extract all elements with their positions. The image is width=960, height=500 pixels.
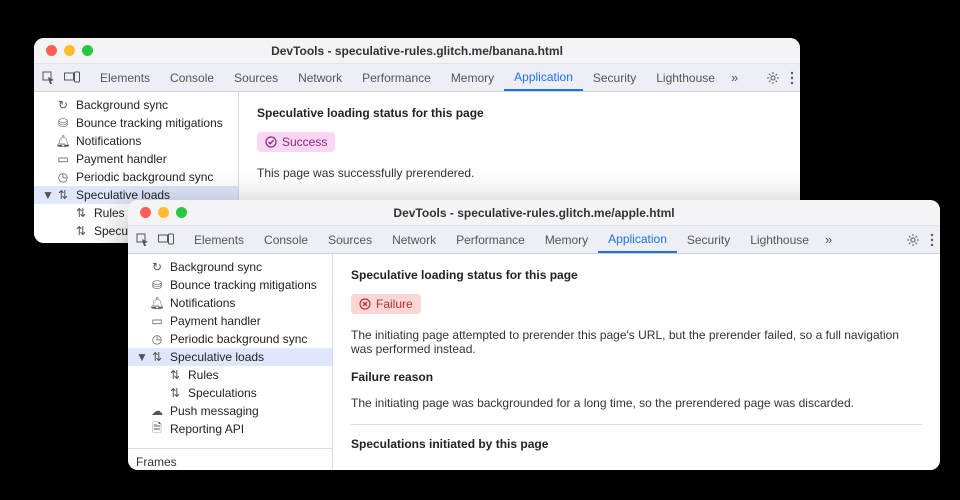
devtools-window-apple: DevTools - speculative-rules.glitch.me/a… [128, 200, 940, 470]
updown-icon: ⇅ [150, 350, 164, 364]
kebab-icon[interactable] [790, 71, 794, 85]
card-icon: ▭ [150, 314, 164, 328]
check-circle-icon [265, 136, 277, 148]
card-icon: ▭ [56, 152, 70, 166]
status-heading: Speculative loading status for this page [257, 106, 782, 120]
tab-security[interactable]: Security [583, 64, 646, 91]
status-heading: Speculative loading status for this page [351, 268, 922, 282]
status-badge: Success [257, 132, 335, 152]
refresh-icon: ↻ [56, 98, 70, 112]
doc-icon: 🗎 [150, 419, 164, 440]
tab-elements[interactable]: Elements [90, 64, 160, 91]
tab-lighthouse[interactable]: Lighthouse [646, 64, 725, 91]
panel-content: Speculative loading status for this page… [333, 254, 940, 470]
tab-performance[interactable]: Performance [352, 64, 441, 91]
sidebar-item-payment-handler[interactable]: ▭Payment handler [34, 150, 238, 168]
disclosure-triangle-icon[interactable]: ▼ [42, 188, 50, 202]
kebab-icon[interactable] [930, 233, 934, 247]
updown-icon: ⇅ [168, 386, 182, 400]
disclosure-triangle-icon[interactable]: ▼ [136, 350, 144, 364]
sidebar-frames-heading[interactable]: Frames [128, 448, 332, 470]
inspect-icon[interactable] [136, 233, 150, 247]
tab-lighthouse[interactable]: Lighthouse [740, 226, 819, 253]
updown-icon: ⇅ [56, 188, 70, 202]
sidebar: ↻Background sync ⛁Bounce tracking mitiga… [128, 254, 333, 470]
status-text: Success [282, 135, 327, 149]
tab-application[interactable]: Application [598, 226, 677, 253]
devtools-toolbar: Elements Console Sources Network Perform… [34, 64, 800, 92]
gear-icon[interactable] [766, 71, 780, 85]
titlebar[interactable]: DevTools - speculative-rules.glitch.me/a… [128, 200, 940, 226]
sidebar-item-bounce-tracking[interactable]: ⛁Bounce tracking mitigations [34, 114, 238, 132]
sidebar-item-rules[interactable]: ⇅Rules [128, 366, 332, 384]
window-title: DevTools - speculative-rules.glitch.me/b… [34, 44, 800, 58]
updown-icon: ⇅ [168, 368, 182, 382]
sidebar-item-speculations[interactable]: ⇅Speculations [128, 384, 332, 402]
tab-performance[interactable]: Performance [446, 226, 535, 253]
tab-security[interactable]: Security [677, 226, 740, 253]
inspect-icon[interactable] [42, 71, 56, 85]
tab-network[interactable]: Network [288, 64, 352, 91]
tab-application[interactable]: Application [504, 64, 583, 91]
sidebar-item-notifications[interactable]: 🔔︎Notifications [34, 132, 238, 150]
failure-description: The initiating page was backgrounded for… [351, 396, 922, 410]
bell-icon: 🔔︎ [150, 296, 164, 310]
sidebar-item-push-messaging[interactable]: ☁Push messaging [128, 402, 332, 420]
tab-console[interactable]: Console [254, 226, 318, 253]
gear-icon[interactable] [906, 233, 920, 247]
updown-icon: ⇅ [74, 206, 88, 220]
status-description: This page was successfully prerendered. [257, 166, 782, 180]
database-icon: ⛁ [56, 116, 70, 130]
status-text: Failure [376, 297, 413, 311]
status-description: The initiating page attempted to prerend… [351, 328, 922, 356]
sidebar-item-periodic-sync[interactable]: ◷Periodic background sync [34, 168, 238, 186]
overflow-icon[interactable]: » [725, 70, 744, 85]
failure-heading: Failure reason [351, 370, 922, 384]
refresh-icon: ↻ [150, 260, 164, 274]
clock-icon: ◷ [150, 332, 164, 346]
tab-memory[interactable]: Memory [535, 226, 598, 253]
sidebar-item-speculative-loads[interactable]: ▼⇅Speculative loads [128, 348, 332, 366]
sidebar-item-payment-handler[interactable]: ▭Payment handler [128, 312, 332, 330]
tab-elements[interactable]: Elements [184, 226, 254, 253]
bell-icon: 🔔︎ [56, 134, 70, 148]
speculations-heading: Speculations initiated by this page [351, 424, 922, 451]
clock-icon: ◷ [56, 170, 70, 184]
tab-network[interactable]: Network [382, 226, 446, 253]
sidebar-item-bounce-tracking[interactable]: ⛁Bounce tracking mitigations [128, 276, 332, 294]
sidebar-item-background-sync[interactable]: ↻Background sync [128, 258, 332, 276]
database-icon: ⛁ [150, 278, 164, 292]
tab-sources[interactable]: Sources [224, 64, 288, 91]
x-circle-icon [359, 298, 371, 310]
titlebar[interactable]: DevTools - speculative-rules.glitch.me/b… [34, 38, 800, 64]
window-title: DevTools - speculative-rules.glitch.me/a… [128, 206, 940, 220]
status-badge: Failure [351, 294, 421, 314]
sidebar-item-periodic-sync[interactable]: ◷Periodic background sync [128, 330, 332, 348]
updown-icon: ⇅ [74, 224, 88, 238]
sidebar-item-notifications[interactable]: 🔔︎Notifications [128, 294, 332, 312]
device-icon[interactable] [64, 71, 80, 85]
tab-memory[interactable]: Memory [441, 64, 504, 91]
cloud-icon: ☁ [150, 404, 164, 418]
sidebar-item-background-sync[interactable]: ↻Background sync [34, 96, 238, 114]
device-icon[interactable] [158, 233, 174, 247]
devtools-toolbar: Elements Console Sources Network Perform… [128, 226, 940, 254]
tab-sources[interactable]: Sources [318, 226, 382, 253]
cloud-icon: ☁ [56, 242, 70, 243]
overflow-icon[interactable]: » [819, 232, 838, 247]
tab-console[interactable]: Console [160, 64, 224, 91]
sidebar-item-reporting-api[interactable]: 🗎Reporting API [128, 420, 332, 438]
